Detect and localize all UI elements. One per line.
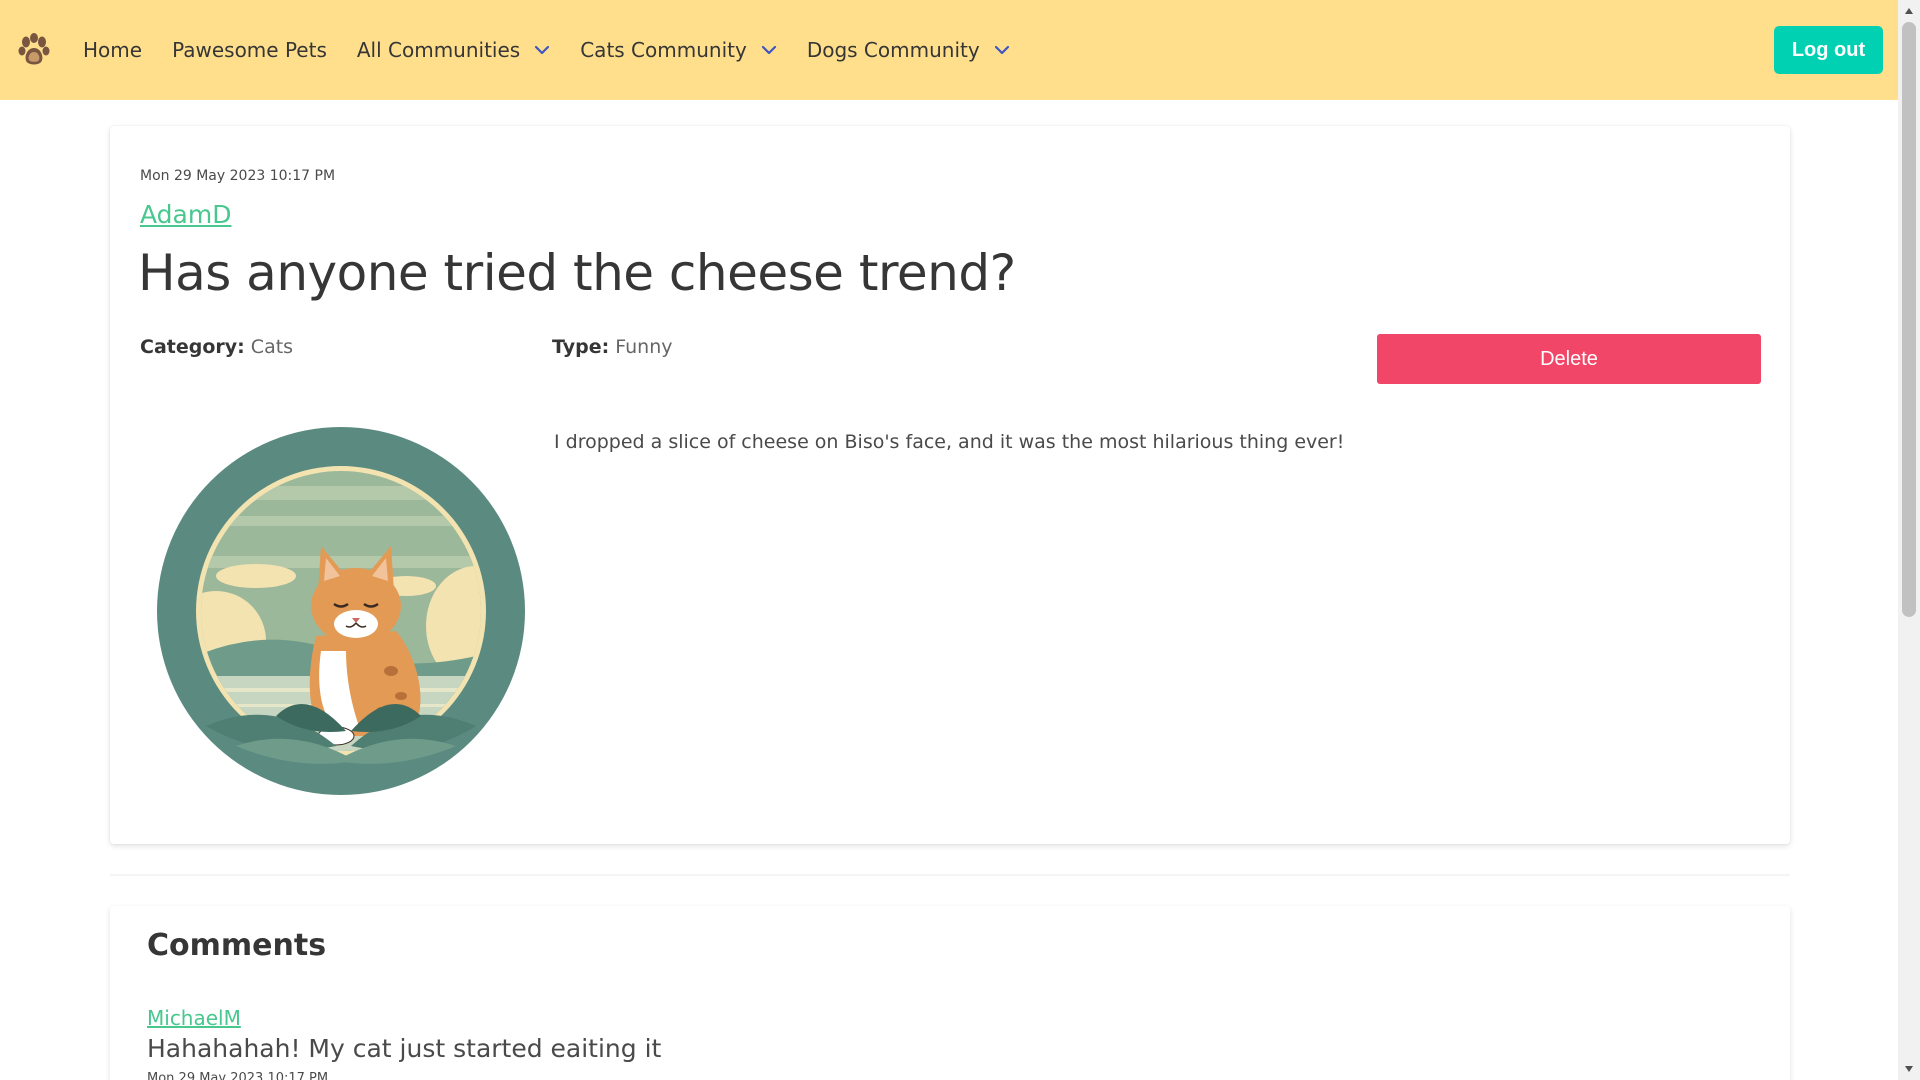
category-label: Category: (140, 336, 245, 358)
type-value: Funny (615, 336, 673, 358)
post-date: Mon 29 May 2023 10:17 PM (140, 168, 336, 184)
post-title: Has anyone tried the cheese trend? (138, 244, 1016, 302)
paw-icon[interactable] (15, 31, 53, 69)
comments-card: Comments MichaelM Hahahahah! My cat just… (110, 906, 1790, 1080)
type-label: Type: (552, 336, 610, 358)
nav-dogs-community-label: Dogs Community (806, 38, 980, 62)
scroll-up-arrow-icon[interactable] (1898, 0, 1920, 22)
comment-author-link[interactable]: MichaelM (147, 1006, 241, 1030)
nav-pawesome-pets[interactable]: Pawesome Pets (157, 0, 342, 100)
page-scrollbar[interactable] (1898, 0, 1920, 1080)
nav-cats-community-label: Cats Community (580, 38, 747, 62)
post-card: Mon 29 May 2023 10:17 PM AdamD Has anyon… (110, 126, 1790, 844)
comments-title: Comments (147, 928, 327, 963)
comment-date: Mon 29 May 2023 10:17 PM (147, 1071, 329, 1080)
chevron-down-icon (994, 45, 1010, 55)
logout-button[interactable]: Log out (1774, 26, 1883, 74)
divider (110, 874, 1790, 876)
scrollbar-thumb[interactable] (1902, 22, 1916, 617)
delete-button[interactable]: Delete (1377, 334, 1761, 384)
category-value: Cats (250, 336, 294, 358)
scroll-down-arrow-icon[interactable] (1898, 1058, 1920, 1080)
post-category: Category: Cats (140, 336, 293, 358)
nav-cats-community-dropdown[interactable]: Cats Community (565, 0, 792, 100)
chevron-down-icon (534, 45, 550, 55)
nav-home[interactable]: Home (68, 0, 157, 100)
cat-illustration (156, 426, 526, 796)
nav-dogs-community-dropdown[interactable]: Dogs Community (792, 0, 1025, 100)
post-type: Type: Funny (552, 336, 673, 358)
post-body: I dropped a slice of cheese on Biso's fa… (554, 431, 1345, 453)
post-author-link[interactable]: AdamD (140, 200, 231, 229)
nav-all-communities-label: All Communities (356, 38, 521, 62)
comment-text: Hahahahah! My cat just started eaiting i… (147, 1034, 662, 1063)
top-navbar: Home Pawesome Pets All Communities Cats … (0, 0, 1898, 100)
nav-all-communities-dropdown[interactable]: All Communities (342, 0, 565, 100)
chevron-down-icon (761, 45, 777, 55)
